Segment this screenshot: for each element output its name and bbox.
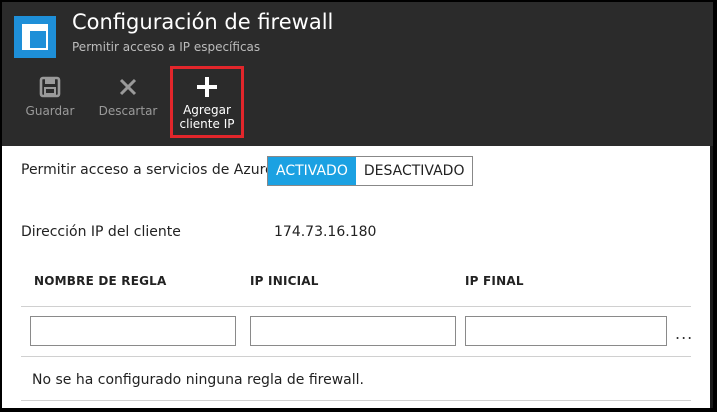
client-ip-label: Dirección IP del cliente (21, 224, 181, 240)
toggle-option-off[interactable]: DESACTIVADO (355, 157, 473, 185)
firewall-settings-blade: Configuración de firewall Permitir acces… (2, 2, 713, 408)
empty-rules-message: No se ha configurado ninguna regla de fi… (32, 372, 364, 388)
discard-label: Descartar (98, 104, 158, 118)
column-header-rule-name: NOMBRE DE REGLA (34, 274, 167, 288)
save-button[interactable]: Guardar (14, 68, 86, 118)
page-title: Configuración de firewall (72, 10, 334, 34)
table-bottom-divider (21, 400, 691, 401)
start-ip-input[interactable] (250, 316, 456, 346)
add-client-label-line2: cliente IP (179, 117, 235, 131)
toggle-option-on[interactable]: ACTIVADO (268, 157, 356, 185)
column-header-end-ip: IP FINAL (465, 274, 524, 288)
blade-edge (710, 146, 713, 408)
row-divider (21, 356, 691, 357)
client-ip-value: 174.73.16.180 (274, 224, 377, 240)
save-icon (14, 68, 86, 104)
more-options-icon[interactable]: ... (675, 324, 693, 343)
rule-name-input[interactable] (30, 316, 236, 346)
save-label: Guardar (25, 104, 75, 118)
azure-access-label: Permitir acceso a servicios de Azure (21, 162, 274, 178)
end-ip-input[interactable] (465, 316, 667, 346)
azure-access-toggle: ACTIVADO DESACTIVADO (267, 156, 474, 186)
add-client-label-line1: Agregar (183, 103, 231, 117)
column-header-start-ip: IP INICIAL (250, 274, 319, 288)
close-icon (90, 68, 166, 104)
page-subtitle: Permitir acceso a IP específicas (72, 40, 261, 54)
discard-button[interactable]: Descartar (90, 68, 166, 118)
add-client-ip-button[interactable]: Agregar cliente IP (170, 66, 244, 138)
blade-header: Configuración de firewall Permitir acces… (2, 2, 713, 146)
firewall-blade-icon (14, 16, 56, 58)
table-header-divider (21, 306, 691, 307)
plus-icon (173, 69, 241, 103)
